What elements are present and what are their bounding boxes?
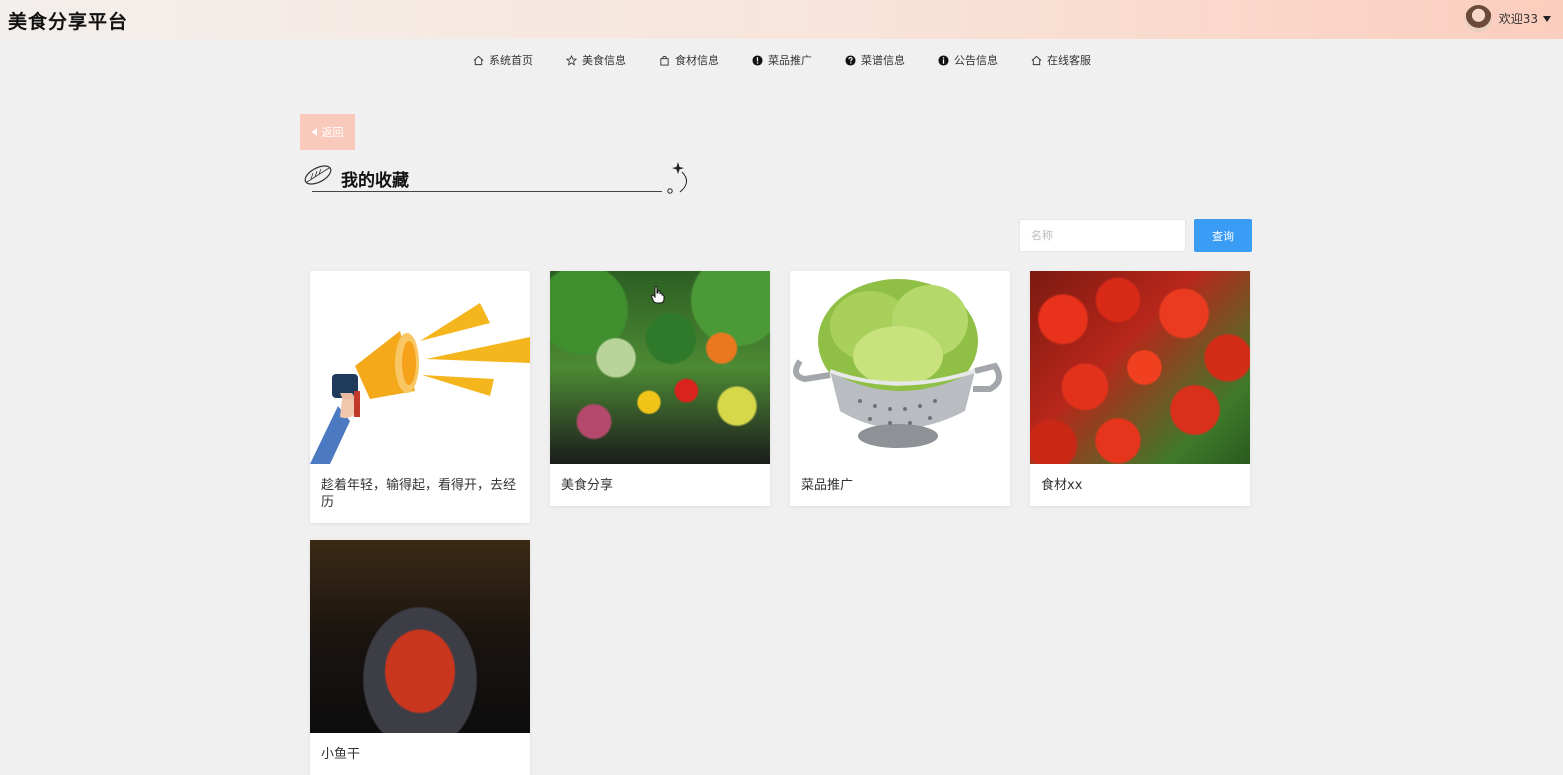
nav-item-support[interactable]: 在线客服 [1030,50,1091,70]
card-image-chili-dish[interactable] [310,540,530,733]
nav-item-ingredients[interactable]: 食材信息 [658,50,719,70]
back-button[interactable]: 返回 [300,114,355,150]
sparkle-icon [662,160,692,200]
nav-item-food-info[interactable]: 美食信息 [565,50,626,70]
favorite-card[interactable]: 趁着年轻，输得起，看得开，去经历 [310,271,530,523]
nav-label: 系统首页 [489,54,533,67]
star-icon [565,54,577,66]
card-image-megaphone[interactable] [310,271,530,464]
search-input[interactable] [1019,219,1186,252]
card-title[interactable]: 趁着年轻，输得起，看得开，去经历 [310,464,530,523]
nav-label: 菜谱信息 [861,54,905,67]
welcome-text[interactable]: 欢迎33 [1499,10,1538,27]
bag-icon [658,54,670,66]
question-icon [844,54,856,66]
page-title: 我的收藏 [341,171,409,191]
home-icon [472,54,484,66]
favorite-card[interactable]: 食材xx [1030,271,1250,506]
favorite-card[interactable]: 菜品推广 [790,271,1010,506]
nav-item-notices[interactable]: 公告信息 [937,50,998,70]
user-menu[interactable]: 欢迎33 [1464,5,1551,32]
home-icon [1030,54,1042,66]
nav-label: 公告信息 [954,54,998,67]
caret-left-icon [311,128,317,136]
favorite-card[interactable]: 小鱼干 [310,540,530,775]
card-image-cabbage[interactable] [790,271,1010,464]
avatar[interactable] [1464,5,1492,32]
nav-item-home[interactable]: 系统首页 [472,50,533,70]
nav-label: 美食信息 [582,54,626,67]
card-title[interactable]: 美食分享 [550,464,770,506]
card-title[interactable]: 小鱼干 [310,733,530,775]
back-label: 返回 [321,126,344,139]
card-title[interactable]: 食材xx [1030,464,1250,506]
nav-item-recipes[interactable]: 菜谱信息 [844,50,905,70]
leaf-icon [302,161,334,193]
nav-label: 食材信息 [675,54,719,67]
card-image-tomatoes[interactable] [1030,271,1250,464]
title-underline [312,191,662,192]
main-nav: 系统首页 美食信息 食材信息 菜品推广 菜谱信息 公告信息 在线客服 [0,50,1563,70]
hand-cursor-icon [650,286,665,308]
brand-title: 美食分享平台 [8,11,129,33]
info-icon [937,54,949,66]
caret-down-icon[interactable] [1543,15,1551,22]
section-header: 我的收藏 [300,158,692,198]
nav-item-promotion[interactable]: 菜品推广 [751,50,812,70]
exclamation-icon [751,54,763,66]
top-header: 美食分享平台 欢迎33 [0,0,1563,39]
search-button[interactable]: 查询 [1194,219,1252,252]
card-title[interactable]: 菜品推广 [790,464,1010,506]
nav-label: 菜品推广 [768,54,812,67]
nav-label: 在线客服 [1047,54,1091,67]
